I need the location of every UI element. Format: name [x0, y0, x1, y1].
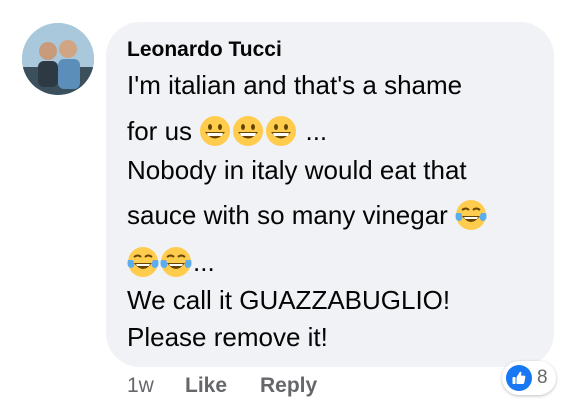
- tears-of-joy-icon: [160, 246, 192, 278]
- comment-text-line: Nobody in italy would eat that: [127, 155, 467, 185]
- comment-timestamp[interactable]: 1w: [127, 374, 154, 398]
- comment-text: Please remove it!: [127, 322, 328, 352]
- comment-text-line: I'm italian and that's a shame: [127, 70, 462, 100]
- comment-text: Nobody in italy would eat that: [127, 155, 467, 185]
- comment-text-suffix: ...: [298, 116, 328, 146]
- like-button[interactable]: Like: [185, 374, 227, 398]
- avatar[interactable]: [22, 23, 94, 95]
- reaction-count: 8: [537, 367, 548, 388]
- comment-text: We call it GUAZZABUGLIO!: [127, 285, 451, 315]
- tears-of-joy-icon: [455, 199, 487, 231]
- comment-text-line: ...: [127, 246, 215, 278]
- reply-button[interactable]: Reply: [260, 374, 317, 398]
- comment-text-line: sauce with so many vinegar: [127, 199, 488, 231]
- comment-text-line: for us ...: [127, 115, 327, 147]
- comment-author[interactable]: Leonardo Tucci: [127, 38, 282, 62]
- comment-text: sauce with so many vinegar: [127, 200, 448, 230]
- comment-text: I'm italian and that's a shame: [127, 70, 463, 100]
- tears-of-joy-icon: [127, 246, 159, 278]
- comment-text: for us: [127, 116, 193, 146]
- grinning-face-icon: [232, 115, 264, 147]
- comment-text-line: We call it GUAZZABUGLIO!: [127, 285, 450, 315]
- grinning-face-icon: [265, 115, 297, 147]
- grinning-face-icon: [199, 115, 231, 147]
- comment-text-line: Please remove it!: [127, 322, 328, 352]
- comment-text-suffix: ...: [193, 247, 215, 277]
- like-icon: [506, 365, 532, 391]
- reaction-summary[interactable]: 8: [502, 361, 556, 395]
